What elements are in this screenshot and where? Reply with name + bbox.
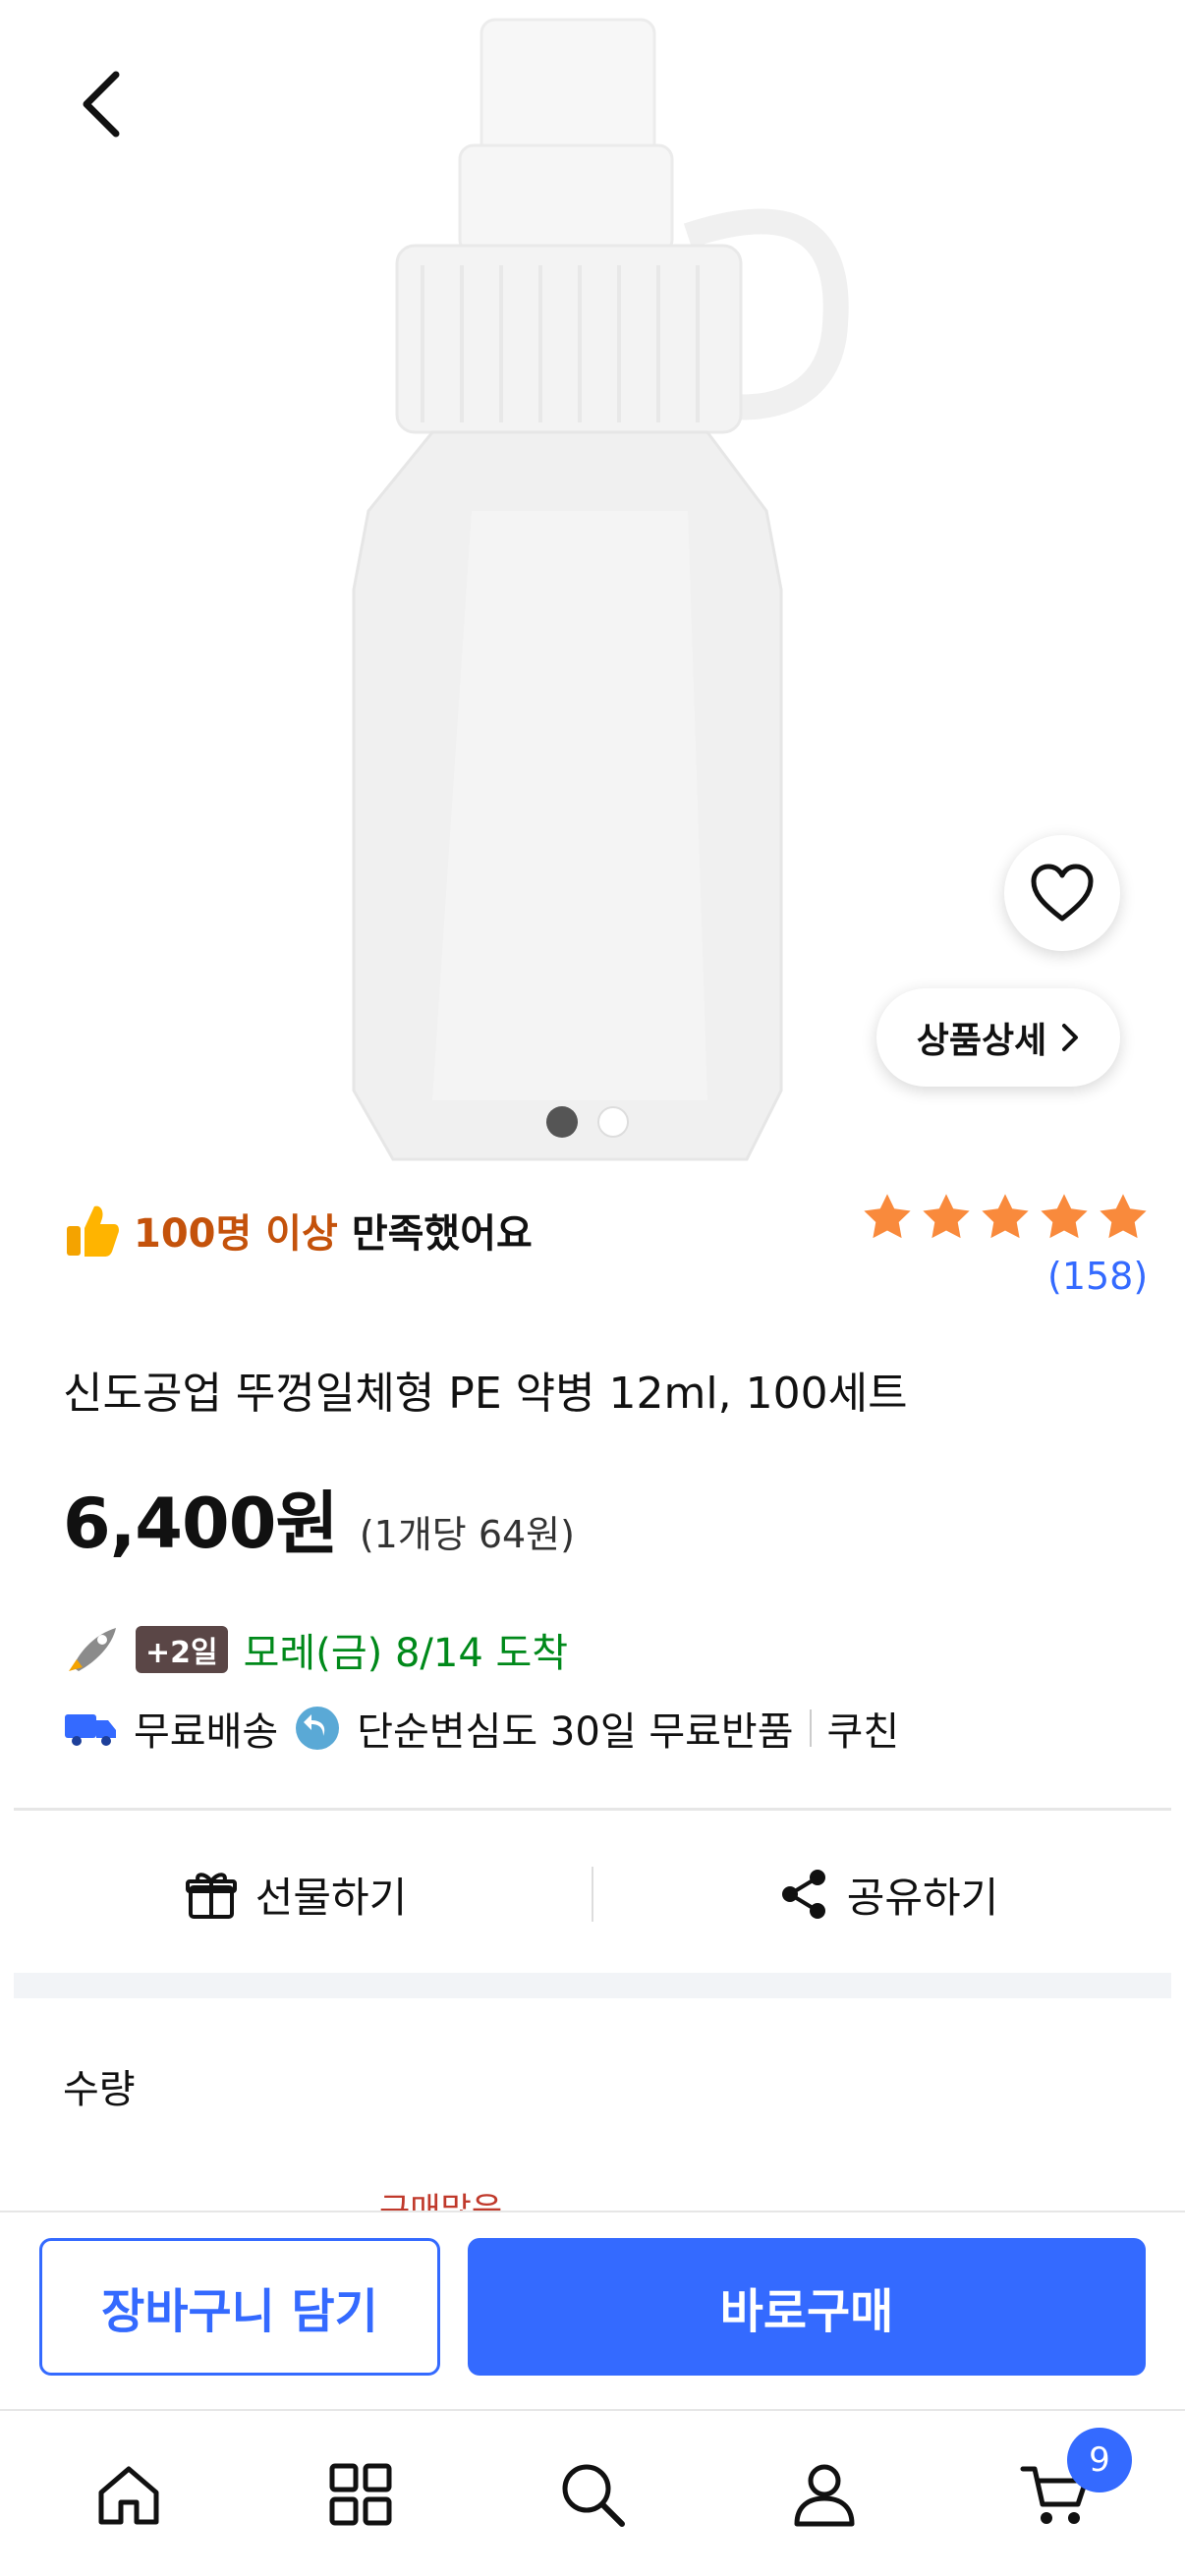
star-icon — [1100, 1194, 1147, 1239]
shipping-info: 무료배송 단순변심도 30일 무료반품 쿠친 — [63, 1700, 899, 1757]
share-icon — [781, 1870, 825, 1919]
product-title: 신도공업 뚜껑일체형 PE 약병 12ml, 100세트 — [63, 1369, 908, 1419]
satisfaction-count: 100명 이상 — [134, 1211, 338, 1257]
unit-price: (1개당 64원) — [359, 1513, 575, 1556]
carousel-dot-active — [546, 1106, 578, 1138]
gift-button[interactable]: 선물하기 — [0, 1865, 592, 1925]
section-divider — [14, 1808, 1171, 1811]
satisfaction-banner: 100명 이상 만족했어요 — [65, 1201, 533, 1260]
free-return-text: 단순변심도 30일 무료반품 — [357, 1709, 794, 1755]
tab-search[interactable] — [548, 2450, 637, 2539]
product-detail-label: 상품상세 — [916, 1021, 1047, 1061]
home-icon — [98, 2466, 159, 2525]
satisfaction-text: 만족했어요 — [351, 1211, 533, 1257]
quantity-label: 수량 — [63, 2067, 136, 2112]
star-icon — [923, 1194, 970, 1239]
partial-label: 구매많음 — [379, 2191, 503, 2211]
category-icon — [329, 2463, 392, 2526]
seller-name[interactable]: 쿠친 — [827, 1700, 900, 1757]
purchase-bar: 장바구니 담기 바로구매 — [0, 2211, 1185, 2407]
product-detail-button[interactable]: 상품상세 — [876, 988, 1120, 1087]
wishlist-button[interactable] — [1004, 835, 1120, 951]
star-icon — [1041, 1194, 1088, 1239]
review-count-link[interactable]: (158) — [1047, 1255, 1148, 1298]
add-to-cart-button[interactable]: 장바구니 담기 — [39, 2238, 440, 2376]
tab-account[interactable] — [780, 2450, 869, 2539]
tab-home[interactable] — [85, 2450, 173, 2539]
chevron-left-icon — [83, 71, 120, 138]
share-label: 공유하기 — [846, 1873, 999, 1922]
product-price: 6,400원 — [63, 1484, 339, 1564]
gift-label: 선물하기 — [254, 1873, 408, 1922]
thumbs-up-icon — [67, 1205, 119, 1257]
divider — [809, 1709, 812, 1747]
star-icon — [982, 1194, 1029, 1239]
buy-now-button[interactable]: 바로구매 — [468, 2238, 1146, 2376]
arrival-date: 모레(금) 8/14 도착 — [243, 1631, 569, 1676]
back-button[interactable] — [69, 61, 138, 149]
delivery-badge: +2일 — [136, 1626, 228, 1673]
search-icon — [562, 2464, 625, 2527]
price-row: 6,400원 (1개당 64원) — [63, 1469, 575, 1568]
truck-icon — [65, 1714, 116, 1746]
heart-icon — [1031, 864, 1094, 922]
section-separator — [14, 1973, 1171, 1998]
gift-icon — [185, 1873, 237, 1919]
cart-count-badge: 9 — [1067, 2428, 1132, 2492]
rocket-icon — [69, 1628, 116, 1671]
rating-stars[interactable] — [861, 1191, 1150, 1244]
star-icon — [864, 1194, 911, 1239]
return-icon — [296, 1707, 340, 1750]
tab-category[interactable] — [316, 2450, 405, 2539]
chevron-right-icon — [1062, 1024, 1079, 1051]
carousel-dot — [597, 1106, 629, 1138]
share-button[interactable]: 공유하기 — [593, 1865, 1185, 1925]
carousel-indicator — [546, 1106, 629, 1138]
free-shipping-text: 무료배송 — [134, 1709, 279, 1755]
bottom-tab-bar — [0, 2409, 1185, 2576]
product-image-carousel[interactable]: 상품상세 — [0, 0, 1185, 1164]
gift-share-row: 선물하기 공유하기 — [0, 1847, 1185, 1941]
account-icon — [794, 2464, 855, 2527]
delivery-info: +2일 모레(금) 8/14 도착 — [63, 1621, 568, 1678]
